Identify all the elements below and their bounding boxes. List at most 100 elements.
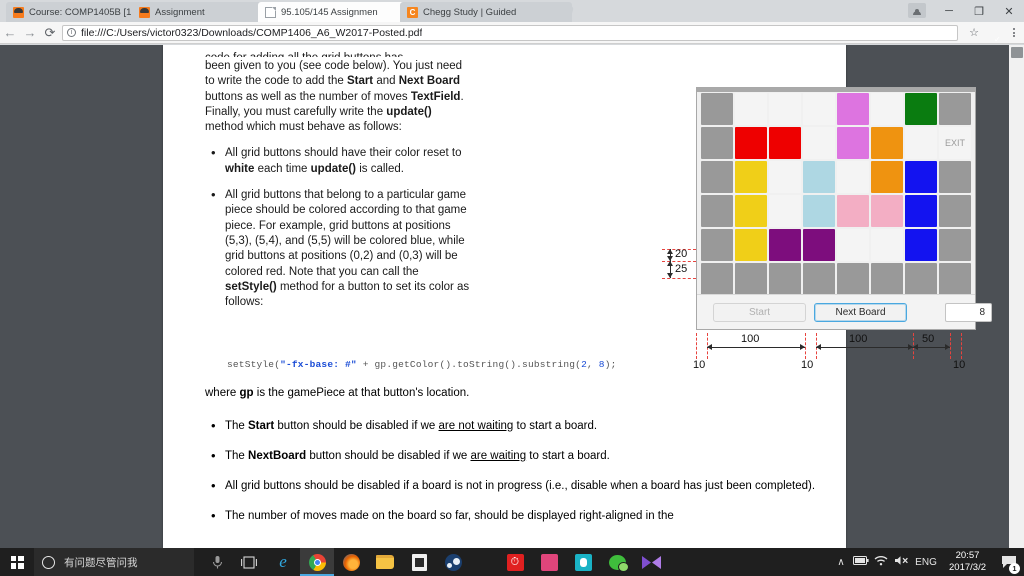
battery-icon[interactable] [851, 556, 871, 568]
grid-cell-0-7[interactable] [938, 92, 972, 126]
grid-cell-2-6[interactable] [904, 160, 938, 194]
next-board-button[interactable]: Next Board [814, 303, 907, 322]
grid-cell-2-1[interactable] [734, 160, 768, 194]
browser-tab-4[interactable]: C Chegg Study | Guided ✕ [400, 2, 572, 22]
bullet1-bold-white: white [225, 162, 255, 175]
grid-cell-1-3[interactable] [802, 126, 836, 160]
grid-cell-4-0[interactable] [700, 228, 734, 262]
viewer-scrollbar[interactable] [1009, 45, 1024, 548]
close-button[interactable]: ✕ [994, 0, 1024, 22]
start-button[interactable]: Start [713, 303, 806, 322]
grid-cell-4-1[interactable] [734, 228, 768, 262]
new-tab-button[interactable] [547, 6, 575, 21]
steam-icon[interactable] [436, 548, 470, 576]
grid-cell-2-0[interactable] [700, 160, 734, 194]
grid-cell-1-0[interactable] [700, 126, 734, 160]
grid-cell-3-1[interactable] [734, 194, 768, 228]
grid-cell-0-6[interactable] [904, 92, 938, 126]
grid-cell-1-4[interactable] [836, 126, 870, 160]
grid-cell-2-3[interactable] [802, 160, 836, 194]
grid-cell-4-2[interactable] [768, 228, 802, 262]
grid-cell-5-5[interactable] [870, 262, 904, 296]
grid-cell-2-4[interactable] [836, 160, 870, 194]
moves-textfield[interactable]: 8 [945, 303, 992, 322]
grid-cell-5-6[interactable] [904, 262, 938, 296]
page-info-icon[interactable]: i [67, 28, 76, 37]
forward-button[interactable]: → [20, 25, 40, 40]
bookmark-star-icon[interactable]: ☆ [964, 26, 984, 39]
grid-cell-1-2[interactable] [768, 126, 802, 160]
grid-cell-4-3[interactable] [802, 228, 836, 262]
grid-cell-3-3[interactable] [802, 194, 836, 228]
grid-cell-5-3[interactable] [802, 262, 836, 296]
edge-icon[interactable]: e [266, 548, 300, 576]
file-explorer-icon[interactable] [368, 548, 402, 576]
store-icon[interactable] [402, 548, 436, 576]
tab-title: 95.105/145 Assignmen [281, 6, 378, 18]
grid-cell-0-3[interactable] [802, 92, 836, 126]
exit-button[interactable]: EXIT [938, 126, 972, 160]
grid-cell-3-0[interactable] [700, 194, 734, 228]
grid-cell-1-5[interactable] [870, 126, 904, 160]
reload-button[interactable]: ⟳ [40, 25, 60, 41]
chrome-icon[interactable] [300, 548, 334, 576]
grid-cell-3-4[interactable] [836, 194, 870, 228]
grid-cell-3-6[interactable] [904, 194, 938, 228]
dim-label-50: 50 [922, 333, 935, 345]
notification-center-icon[interactable]: 1 [994, 548, 1024, 576]
grid-cell-4-7[interactable] [938, 228, 972, 262]
grid-cell-0-2[interactable] [768, 92, 802, 126]
maximize-button[interactable]: ❐ [964, 0, 994, 22]
dim-label-100-b: 100 [849, 333, 868, 345]
app-violet-icon[interactable] [634, 548, 668, 576]
windows-logo-icon [10, 555, 24, 569]
grid-cell-5-1[interactable] [734, 262, 768, 296]
grid-cell-5-2[interactable] [768, 262, 802, 296]
wb2-underline: are waiting [470, 449, 527, 462]
start-button[interactable] [0, 548, 34, 576]
firefox-icon[interactable] [334, 548, 368, 576]
grid-cell-1-6[interactable] [904, 126, 938, 160]
minimize-button[interactable]: ─ [934, 0, 964, 22]
grid-cell-3-2[interactable] [768, 194, 802, 228]
dim-vline-3 [805, 333, 806, 359]
grid-cell-1-1[interactable] [734, 126, 768, 160]
grid-cell-4-4[interactable] [836, 228, 870, 262]
grid-cell-2-2[interactable] [768, 160, 802, 194]
address-bar[interactable]: i file:///C:/Users/victor0323/Downloads/… [62, 24, 958, 41]
grid-cell-4-6[interactable] [904, 228, 938, 262]
grid-cell-3-5[interactable] [870, 194, 904, 228]
wifi-icon[interactable] [871, 555, 891, 569]
clock-app-icon[interactable]: ⏱ [498, 548, 532, 576]
grid-cell-2-7[interactable] [938, 160, 972, 194]
wb1-a: The [225, 419, 249, 432]
chrome-menu-icon[interactable] [1004, 28, 1024, 37]
grid-cell-0-4[interactable] [836, 92, 870, 126]
grid-cell-5-0[interactable] [700, 262, 734, 296]
volume-muted-icon[interactable] [891, 555, 911, 569]
scrollbar-thumb[interactable] [1011, 47, 1023, 58]
grid-cell-3-7[interactable] [938, 194, 972, 228]
task-view-icon[interactable] [232, 548, 266, 576]
grid-cell-0-1[interactable] [734, 92, 768, 126]
grid-cell-4-5[interactable] [870, 228, 904, 262]
cortana-search-box[interactable]: 有问题尽管问我 [34, 548, 194, 576]
tray-chevron-icon[interactable]: ∧ [831, 557, 851, 568]
app-cyan-icon[interactable] [566, 548, 600, 576]
grid-cell-0-5[interactable] [870, 92, 904, 126]
profile-avatar[interactable] [908, 3, 926, 18]
grid-cell-5-7[interactable] [938, 262, 972, 296]
wechat-icon[interactable] [600, 548, 634, 576]
app-pink-icon[interactable] [532, 548, 566, 576]
grid-cell-5-4[interactable] [836, 262, 870, 296]
grid-cell-0-0[interactable] [700, 92, 734, 126]
microphone-icon[interactable] [200, 548, 234, 576]
wb2-c: button should be disabled if we [306, 449, 471, 462]
grid-cell-2-5[interactable] [870, 160, 904, 194]
game-grid[interactable]: EXIT [700, 92, 972, 296]
taskbar-clock[interactable]: 20:57 2017/3/2 [941, 550, 994, 574]
back-button[interactable]: ← [0, 25, 20, 40]
wb1-bold: Start [248, 419, 275, 432]
list-item: The Start button should be disabled if w… [205, 418, 825, 434]
language-indicator[interactable]: ENG [911, 557, 941, 568]
